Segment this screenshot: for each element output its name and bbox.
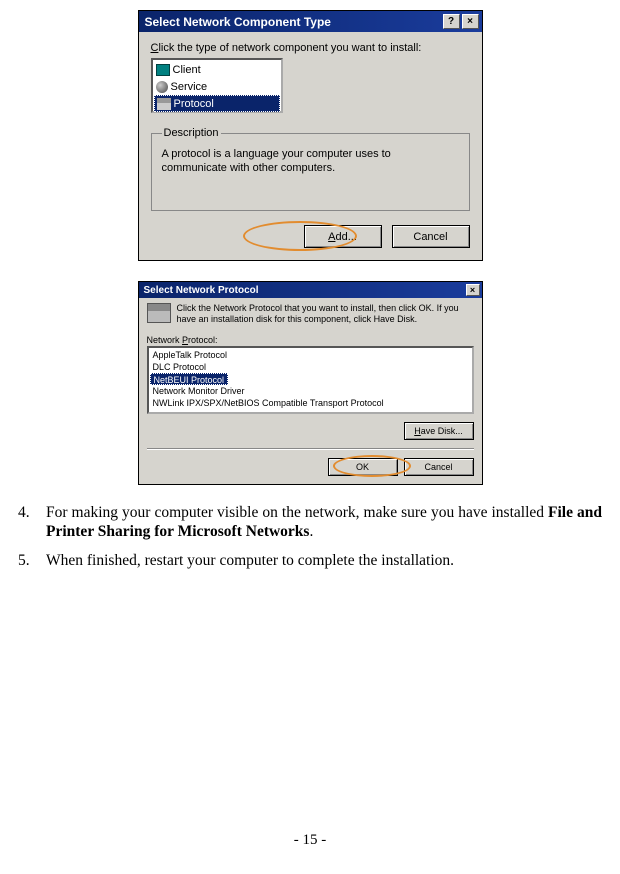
cancel-button[interactable]: Cancel <box>404 458 474 476</box>
list-item-label: Client <box>173 64 201 76</box>
have-disk-button[interactable]: Have Disk... <box>404 422 474 440</box>
description-text: A protocol is a language your computer u… <box>162 147 459 175</box>
step-5: 5. When finished, restart your computer … <box>18 551 602 570</box>
dialog2-titlebar: Select Network Protocol × <box>139 282 482 298</box>
dialog1-prompt: Click the type of network component you … <box>151 42 470 54</box>
dialog1-title: Select Network Component Type <box>145 15 331 29</box>
close-button[interactable]: × <box>462 14 479 29</box>
step-text: When finished, restart your computer to … <box>46 551 602 570</box>
page-number: - 15 - <box>0 832 620 849</box>
dialog1-titlebar: Select Network Component Type ? × <box>139 11 482 32</box>
step-number: 4. <box>18 503 46 541</box>
description-legend: Description <box>162 127 221 139</box>
add-button[interactable]: Add... <box>304 225 382 248</box>
list-item-service[interactable]: Service <box>154 78 280 95</box>
service-icon <box>156 81 168 93</box>
close-button[interactable]: × <box>466 284 480 296</box>
protocol-icon <box>147 303 171 323</box>
dialog2-instruction: Click the Network Protocol that you want… <box>177 303 474 325</box>
list-item-label: Service <box>171 81 208 93</box>
list-item-label: Protocol <box>174 98 214 110</box>
protocol-icon <box>157 98 171 110</box>
list-item[interactable]: Network Monitor Driver <box>150 385 471 397</box>
list-item[interactable]: NWLink IPX/SPX/NetBIOS Compatible Transp… <box>150 397 471 409</box>
component-type-listbox[interactable]: Client Service Protocol <box>151 58 283 113</box>
ok-button[interactable]: OK <box>328 458 398 476</box>
step-4: 4. For making your computer visible on t… <box>18 503 602 541</box>
protocol-listbox[interactable]: AppleTalk Protocol DLC Protocol NetBEUI … <box>147 346 474 414</box>
cancel-button[interactable]: Cancel <box>392 225 470 248</box>
protocol-list-label: Network Protocol: <box>147 335 474 345</box>
list-item-protocol[interactable]: Protocol <box>154 95 280 112</box>
list-item[interactable]: DLC Protocol <box>150 361 471 373</box>
list-item-netbeui[interactable]: NetBEUI Protocol <box>150 373 229 385</box>
list-item[interactable]: AppleTalk Protocol <box>150 349 471 361</box>
step-number: 5. <box>18 551 46 570</box>
client-icon <box>156 64 170 76</box>
separator <box>147 448 474 450</box>
instruction-list: 4. For making your computer visible on t… <box>18 503 602 570</box>
help-button[interactable]: ? <box>443 14 460 29</box>
select-network-protocol-dialog: Select Network Protocol × Click the Netw… <box>138 281 483 485</box>
list-item-client[interactable]: Client <box>154 61 280 78</box>
select-component-type-dialog: Select Network Component Type ? × Click … <box>138 10 483 261</box>
dialog2-title: Select Network Protocol <box>144 285 259 296</box>
description-group: Description A protocol is a language you… <box>151 127 470 211</box>
step-text: For making your computer visible on the … <box>46 503 602 541</box>
